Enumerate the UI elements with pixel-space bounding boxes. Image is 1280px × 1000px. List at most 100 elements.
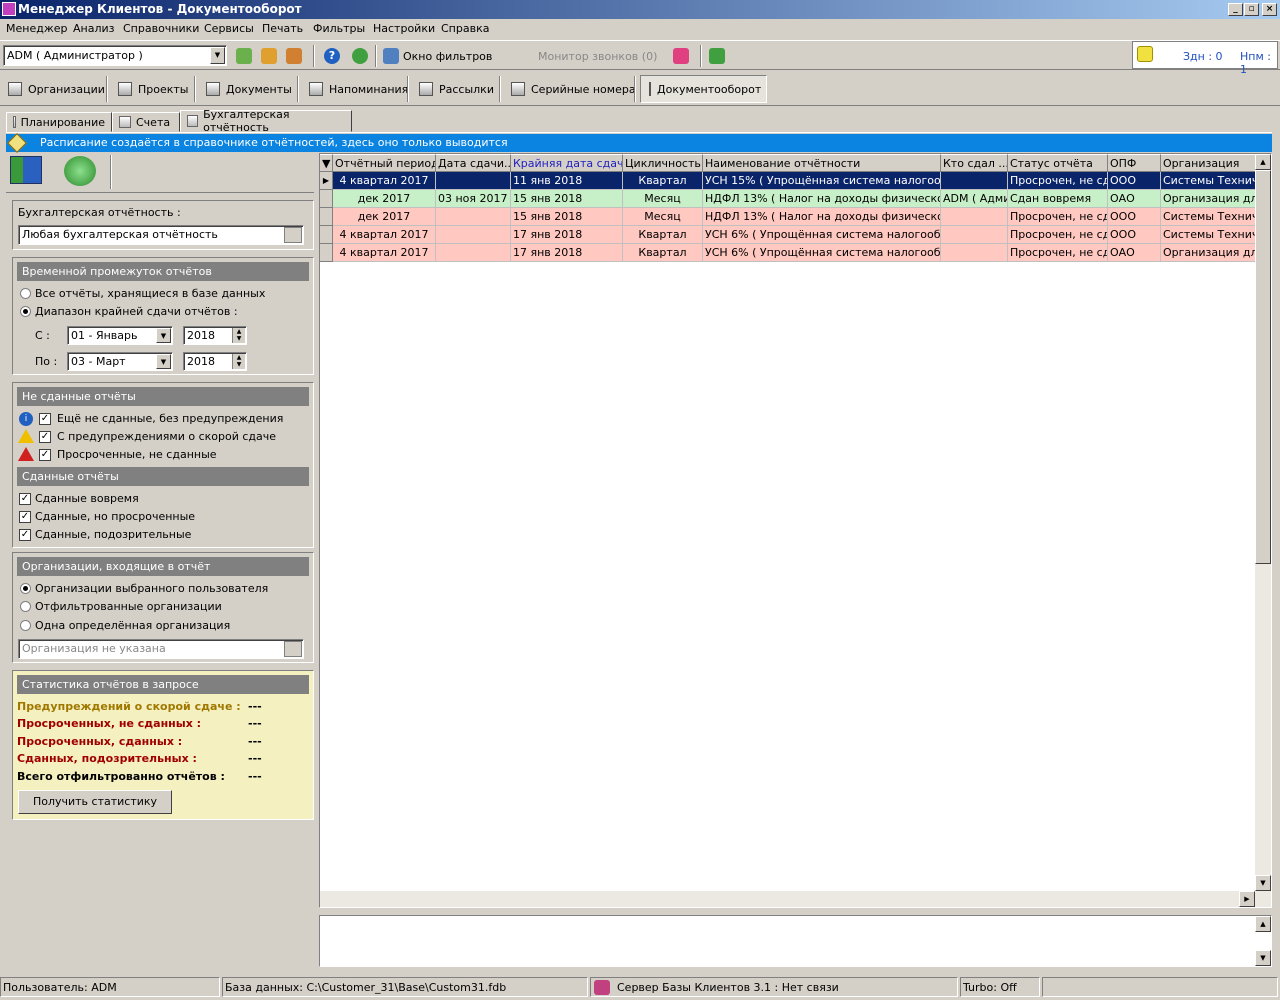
table-cell[interactable]: Системы Технические — [1161, 208, 1256, 226]
module-mailings[interactable]: Рассылки — [411, 75, 500, 103]
to-year-stepper[interactable]: 2018 ▲ ▼ — [183, 352, 247, 371]
table-cell[interactable]: Месяц — [623, 208, 703, 226]
organization-field[interactable]: Организация не указана — [18, 639, 304, 659]
call-monitor-button[interactable]: Монитор звонков (0) — [538, 50, 657, 63]
tab-accounting-reports[interactable]: Бухгалтерская отчётность — [180, 108, 352, 134]
table-cell[interactable]: Просрочен, не сдан — [1008, 208, 1108, 226]
table-cell[interactable]: Организация для — [1161, 244, 1256, 262]
ns1-checkbox[interactable]: ✓ — [39, 413, 51, 425]
o2-radio[interactable] — [20, 601, 31, 612]
table-cell[interactable] — [436, 172, 511, 190]
table-cell[interactable]: Организация для — [1161, 190, 1256, 208]
row-indicator[interactable] — [320, 244, 333, 262]
table-cell[interactable]: 03 ноя 2017 — [436, 190, 511, 208]
table-cell[interactable] — [941, 172, 1008, 190]
table-cell[interactable]: ОАО — [1108, 244, 1161, 262]
report-type-field[interactable]: Любая бухгалтерская отчётность — [18, 225, 304, 245]
table-cell[interactable]: Сдан вовремя — [1008, 190, 1108, 208]
horizontal-scrollbar[interactable]: ▶ — [320, 891, 1271, 907]
range-radio[interactable] — [20, 306, 31, 317]
module-document-flow[interactable]: Документооборот — [640, 75, 767, 103]
row-indicator[interactable] — [320, 226, 333, 244]
table-cell[interactable]: 15 янв 2018 — [511, 190, 623, 208]
row-indicator[interactable] — [320, 208, 333, 226]
table-cell[interactable]: Просрочен, не сдан — [1008, 244, 1108, 262]
table-cell[interactable]: ADM ( Админ — [941, 190, 1008, 208]
minimize-button[interactable]: _ — [1228, 3, 1243, 16]
scroll-right-icon[interactable]: ▶ — [1239, 891, 1255, 907]
table-cell[interactable]: 17 янв 2018 — [511, 244, 623, 262]
module-serial-numbers[interactable]: Серийные номера — [503, 75, 642, 103]
table-cell[interactable] — [941, 208, 1008, 226]
table-cell[interactable]: дек 2017 — [333, 208, 436, 226]
ns3-checkbox[interactable]: ✓ — [39, 449, 51, 461]
menu-manager[interactable]: Менеджер — [6, 22, 67, 35]
column-header[interactable]: Крайняя дата сдачи — [511, 154, 623, 172]
help-icon[interactable]: ? — [324, 48, 340, 64]
vertical-scrollbar[interactable]: ▲ ▼ — [1255, 154, 1271, 891]
table-cell[interactable] — [436, 244, 511, 262]
reports-grid[interactable]: ▼ Отчётный период Дата сдачи... Крайняя … — [319, 153, 1272, 908]
table-cell[interactable]: Системы Технические — [1161, 226, 1256, 244]
menu-settings[interactable]: Настройки — [373, 22, 435, 35]
table-row[interactable]: дек 2017 03 ноя 2017 15 янв 2018 Месяц НДФЛ … — [320, 190, 1256, 208]
from-month-select[interactable]: 01 - Январь ▼ — [67, 326, 173, 345]
chevron-down-icon[interactable]: ▼ — [156, 328, 171, 343]
scroll-up-icon[interactable]: ▲ — [1255, 916, 1271, 932]
user-search-icon[interactable] — [261, 48, 277, 64]
chevron-down-icon[interactable]: ▼ — [156, 354, 171, 369]
table-cell[interactable] — [941, 244, 1008, 262]
menu-services[interactable]: Сервисы — [204, 22, 254, 35]
hint-icon[interactable] — [352, 48, 368, 64]
column-header[interactable]: Дата сдачи... — [436, 154, 511, 172]
table-cell[interactable]: 4 квартал 2017 — [333, 244, 436, 262]
tab-invoices[interactable]: Счета — [112, 112, 180, 132]
tab-planning[interactable]: Планирование — [6, 112, 112, 132]
table-row[interactable]: ▶ 4 квартал 2017 11 янв 2018 Квартал УСН 15%… — [320, 172, 1256, 190]
spinner-icon[interactable]: ▲ ▼ — [232, 328, 245, 343]
user-settings-icon[interactable] — [286, 48, 302, 64]
table-row[interactable]: 4 квартал 2017 17 янв 2018 Квартал УСН 6% (… — [320, 244, 1256, 262]
scroll-thumb[interactable] — [1255, 170, 1271, 564]
table-cell[interactable]: Квартал — [623, 244, 703, 262]
table-cell[interactable]: УСН 6% ( Упрощённая система налогообложе… — [703, 226, 941, 244]
maximize-button[interactable]: ▫ — [1244, 3, 1259, 16]
table-cell[interactable]: 4 квартал 2017 — [333, 172, 436, 190]
table-cell[interactable]: ООО — [1108, 208, 1161, 226]
o3-radio[interactable] — [20, 620, 31, 631]
scroll-down-icon[interactable]: ▼ — [1255, 950, 1271, 966]
table-cell[interactable] — [941, 226, 1008, 244]
table-row[interactable]: дек 2017 15 янв 2018 Месяц НДФЛ 13% ( Налог… — [320, 208, 1256, 226]
table-cell[interactable]: ОАО — [1108, 190, 1161, 208]
column-header[interactable]: Отчётный период — [333, 154, 436, 172]
row-indicator[interactable]: ▶ — [320, 172, 333, 190]
module-reminders[interactable]: Напоминания — [301, 75, 414, 103]
table-row[interactable]: 4 квартал 2017 17 янв 2018 Квартал УСН 6% (… — [320, 226, 1256, 244]
spinner-icon[interactable]: ▲ ▼ — [232, 354, 245, 369]
menu-print[interactable]: Печать — [262, 22, 303, 35]
menu-analysis[interactable]: Анализ — [73, 22, 115, 35]
ns2-checkbox[interactable]: ✓ — [39, 431, 51, 443]
exit-icon[interactable] — [709, 48, 725, 64]
table-cell[interactable]: Квартал — [623, 172, 703, 190]
column-header[interactable]: Цикличность — [623, 154, 703, 172]
table-cell[interactable] — [436, 226, 511, 244]
column-header[interactable]: Наименование отчётности — [703, 154, 941, 172]
table-cell[interactable]: УСН 15% ( Упрощённая система налогооблож… — [703, 172, 941, 190]
scroll-up-icon[interactable]: ▲ — [1255, 154, 1271, 170]
column-header[interactable]: Статус отчёта — [1008, 154, 1108, 172]
table-cell[interactable]: НДФЛ 13% ( Налог на доходы физического л… — [703, 190, 941, 208]
table-cell[interactable]: ООО — [1108, 226, 1161, 244]
s1-checkbox[interactable]: ✓ — [19, 493, 31, 505]
module-documents[interactable]: Документы — [198, 75, 298, 103]
table-cell[interactable]: НДФЛ 13% ( Налог на доходы физического л… — [703, 208, 941, 226]
table-cell[interactable]: УСН 6% ( Упрощённая система налогообложе… — [703, 244, 941, 262]
browse-icon[interactable] — [284, 227, 302, 243]
message-icon[interactable] — [1137, 46, 1153, 62]
chevron-down-icon[interactable]: ▼ — [210, 47, 225, 64]
filter-window-icon[interactable] — [383, 48, 399, 64]
column-header[interactable]: Кто сдал ... — [941, 154, 1008, 172]
menu-references[interactable]: Справочники — [123, 22, 199, 35]
details-memo[interactable]: ▲ ▼ — [319, 915, 1272, 967]
table-layout-icon[interactable] — [10, 156, 42, 184]
